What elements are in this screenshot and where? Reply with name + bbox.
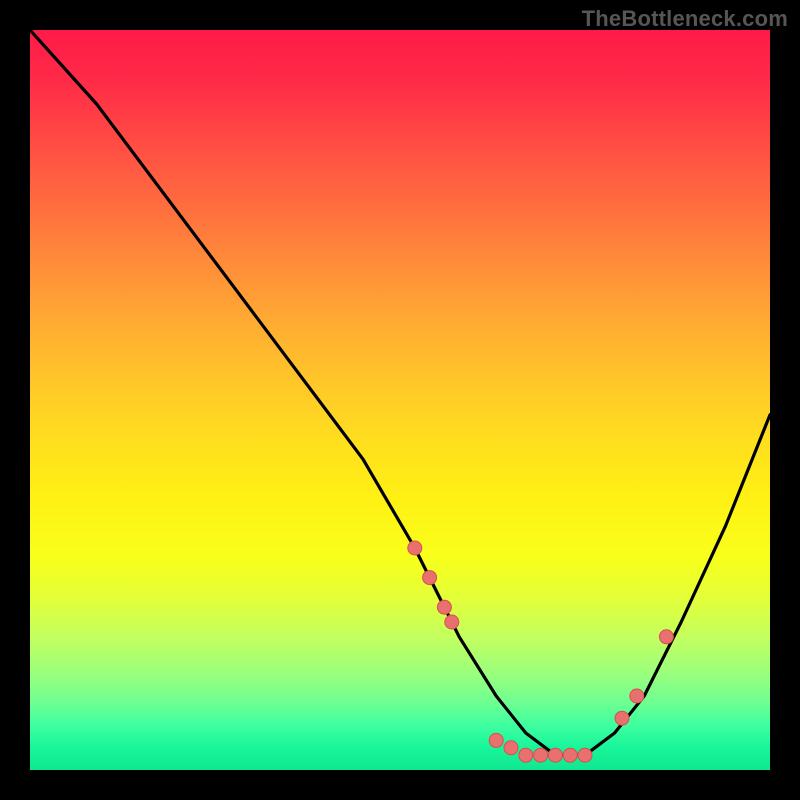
highlight-dot	[504, 741, 518, 755]
highlight-dot	[489, 733, 503, 747]
highlight-dot	[519, 748, 533, 762]
chart-svg	[30, 30, 770, 770]
highlight-dot	[563, 748, 577, 762]
highlight-dot	[548, 748, 562, 762]
highlight-dot	[408, 541, 422, 555]
highlight-dot	[659, 630, 673, 644]
highlight-dot	[437, 600, 451, 614]
highlight-dot	[578, 748, 592, 762]
plot-area	[30, 30, 770, 770]
highlight-dot	[630, 689, 644, 703]
highlight-dot	[615, 711, 629, 725]
highlight-dots	[408, 541, 674, 762]
chart-container: TheBottleneck.com	[0, 0, 800, 800]
highlight-dot	[534, 748, 548, 762]
bottleneck-curve	[30, 30, 770, 755]
highlight-dot	[445, 615, 459, 629]
highlight-dot	[423, 571, 437, 585]
watermark-text: TheBottleneck.com	[582, 6, 788, 32]
